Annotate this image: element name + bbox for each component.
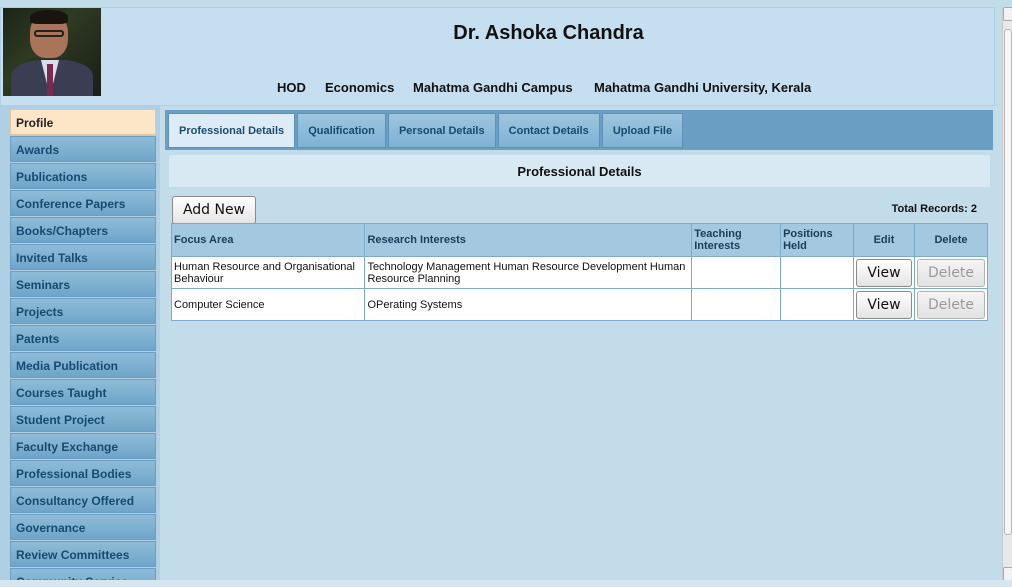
vertical-scrollbar[interactable]	[1002, 7, 1012, 581]
sidebar-item-seminars[interactable]: Seminars	[10, 271, 156, 297]
sidebar-item-community-service[interactable]: Community Service	[10, 568, 156, 580]
table-header-row: Focus Area Research Interests Teaching I…	[170, 223, 989, 257]
column-research-interests: Research Interests	[364, 223, 693, 257]
tab-upload-file[interactable]: Upload File	[601, 113, 684, 148]
sidebar-nav: Profile Awards Publications Conference P…	[0, 106, 160, 580]
sidebar-item-consultancy-offered[interactable]: Consultancy Offered	[10, 487, 156, 513]
add-new-button[interactable]: Add New	[172, 196, 256, 224]
cell-positions-held	[780, 288, 854, 321]
university: Mahatma Gandhi University, Kerala	[594, 80, 812, 95]
view-button[interactable]: View	[855, 258, 912, 287]
sidebar-item-professional-bodies[interactable]: Professional Bodies	[10, 460, 156, 486]
total-records: Total Records: 2	[891, 203, 977, 215]
designation: HOD	[277, 80, 306, 95]
cell-edit: View	[852, 256, 915, 289]
tab-bar: Professional Details Qualification Perso…	[165, 110, 993, 150]
sidebar-item-publications[interactable]: Publications	[10, 163, 156, 189]
tab-personal-details[interactable]: Personal Details	[387, 113, 496, 148]
column-teaching-interests: Teaching Interests	[691, 223, 782, 257]
panel-title: Professional Details	[168, 154, 991, 188]
sidebar-item-invited-talks[interactable]: Invited Talks	[10, 244, 156, 270]
sidebar-item-profile[interactable]: Profile	[10, 109, 156, 135]
scroll-thumb[interactable]	[1004, 29, 1012, 535]
sidebar-item-books-chapters[interactable]: Books/Chapters	[10, 217, 156, 243]
cell-research-interests: OPerating Systems	[364, 288, 693, 321]
delete-button[interactable]: Delete	[916, 290, 985, 319]
sidebar-item-media-publication[interactable]: Media Publication	[10, 352, 156, 378]
sidebar-item-governance[interactable]: Governance	[10, 514, 156, 540]
table-row: Human Resource and Organisational Behavi…	[170, 256, 989, 289]
cell-edit: View	[852, 288, 915, 321]
sidebar-item-review-committees[interactable]: Review Committees	[10, 541, 156, 567]
delete-button[interactable]: Delete	[916, 258, 985, 287]
cell-focus-area: Human Resource and Organisational Behavi…	[170, 256, 366, 289]
scroll-down-arrow-icon[interactable]	[1003, 567, 1012, 581]
campus: Mahatma Gandhi Campus	[413, 80, 573, 95]
records-panel: Add New Total Records: 2 Focus Area Rese…	[168, 190, 991, 580]
column-positions-held: Positions Held	[780, 223, 854, 257]
sidebar-item-projects[interactable]: Projects	[10, 298, 156, 324]
scroll-up-arrow-icon[interactable]	[1003, 7, 1012, 21]
view-button[interactable]: View	[855, 290, 912, 319]
department: Economics	[325, 80, 395, 95]
sidebar-item-awards[interactable]: Awards	[10, 136, 156, 162]
cell-teaching-interests	[691, 256, 782, 289]
profile-photo	[3, 8, 101, 96]
records-table: Focus Area Research Interests Teaching I…	[170, 223, 989, 321]
faculty-name: Dr. Ashoka Chandra	[453, 22, 644, 44]
main-panel: Professional Details Qualification Perso…	[165, 108, 993, 580]
table-row: Computer Science OPerating Systems View …	[170, 288, 989, 321]
column-focus-area: Focus Area	[170, 223, 366, 257]
bottom-edge	[0, 580, 1012, 587]
profile-header: Dr. Ashoka Chandra HOD Economics Mahatma…	[0, 7, 995, 106]
cell-delete: Delete	[913, 288, 989, 321]
column-delete: Delete	[913, 223, 989, 257]
cell-teaching-interests	[691, 288, 782, 321]
sidebar-item-conference-papers[interactable]: Conference Papers	[10, 190, 156, 216]
tab-contact-details[interactable]: Contact Details	[497, 113, 600, 148]
cell-delete: Delete	[913, 256, 989, 289]
sidebar-item-student-project[interactable]: Student Project	[10, 406, 156, 432]
sidebar-item-faculty-exchange[interactable]: Faculty Exchange	[10, 433, 156, 459]
cell-positions-held	[780, 256, 854, 289]
column-edit: Edit	[852, 223, 915, 257]
cell-focus-area: Computer Science	[170, 288, 366, 321]
sidebar-item-patents[interactable]: Patents	[10, 325, 156, 351]
tab-professional-details[interactable]: Professional Details	[168, 113, 296, 148]
tab-qualification[interactable]: Qualification	[297, 113, 386, 148]
sidebar-item-courses-taught[interactable]: Courses Taught	[10, 379, 156, 405]
cell-research-interests: Technology Management Human Resource Dev…	[364, 256, 693, 289]
